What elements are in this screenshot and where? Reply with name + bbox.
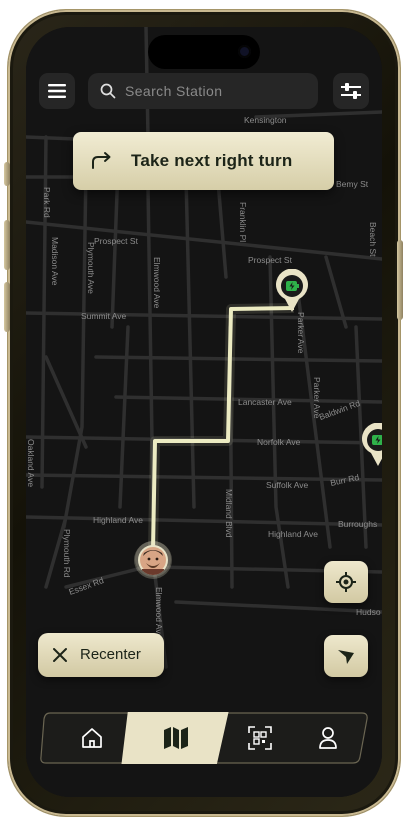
street-label: Plymouth Ave [86, 242, 96, 294]
home-icon [82, 728, 102, 748]
street-label: Oakland Ave [26, 439, 36, 488]
street-label: Elmwood Ave [152, 257, 162, 309]
street-label: Franklin Pl [238, 202, 248, 243]
locate-button[interactable] [324, 561, 368, 603]
street-label: Hudso [356, 607, 381, 617]
filter-button[interactable] [333, 73, 369, 109]
volume-down-button [4, 282, 10, 332]
app-screen: Park Rd Madison Ave Plymouth Ave Elmwood… [26, 27, 382, 797]
search-icon [100, 83, 116, 99]
menu-button[interactable] [39, 73, 75, 109]
street-label: Plymouth Rd [62, 529, 72, 578]
sliders-filter-icon [341, 83, 361, 99]
locate-crosshair-icon [336, 572, 356, 592]
street-label: Bemy St [336, 179, 369, 189]
street-label: Elmwood Ave [154, 587, 164, 639]
search-placeholder: Search Station [125, 83, 223, 99]
street-label: Summit Ave [81, 311, 127, 321]
street-label: Highland Ave [93, 515, 143, 525]
street-label: Burroughs [338, 519, 378, 529]
qr-scan-icon [248, 726, 272, 750]
street-label: Highland Ave [268, 529, 318, 539]
turn-instruction-banner: Take next right turn [73, 132, 334, 190]
recenter-button[interactable]: Recenter [38, 633, 164, 677]
street-label: Madison Ave [50, 237, 60, 286]
street-label: Prospect St [248, 255, 292, 265]
nav-profile[interactable] [306, 712, 350, 764]
nav-home[interactable] [70, 712, 114, 764]
map-icon [164, 727, 188, 749]
street-label: Prospect St [94, 236, 138, 246]
close-x-icon [53, 648, 67, 662]
silent-switch [4, 162, 10, 186]
hamburger-menu-icon [48, 84, 66, 98]
navigation-arrow-icon [338, 650, 354, 664]
street-label: Suffolk Ave [266, 480, 309, 490]
camera-icon [238, 45, 251, 58]
volume-up-button [4, 220, 10, 270]
charging-station-pin[interactable] [274, 268, 310, 318]
street-label: Norfolk Ave [257, 437, 301, 447]
instruction-text: Take next right turn [131, 151, 293, 170]
bottom-navbar [40, 712, 368, 764]
street-label: Park Rd [42, 187, 52, 218]
charging-station-pin[interactable] [360, 422, 382, 472]
nav-scan[interactable] [238, 712, 282, 764]
profile-icon [319, 727, 337, 749]
street-label: Beach St [368, 222, 378, 257]
street-label: Parker Ave [296, 312, 306, 354]
compass-button[interactable] [324, 635, 368, 677]
street-label: Lancaster Ave [238, 397, 292, 407]
street-label: Kensington [244, 115, 287, 125]
power-button [397, 240, 403, 320]
street-label: Midland Blvd [224, 489, 234, 538]
search-station-input[interactable]: Search Station [88, 73, 318, 109]
recenter-label: Recenter [80, 646, 141, 663]
nav-map[interactable] [154, 712, 198, 764]
user-location-avatar[interactable] [138, 545, 168, 575]
turn-right-arrow-icon [92, 152, 111, 169]
